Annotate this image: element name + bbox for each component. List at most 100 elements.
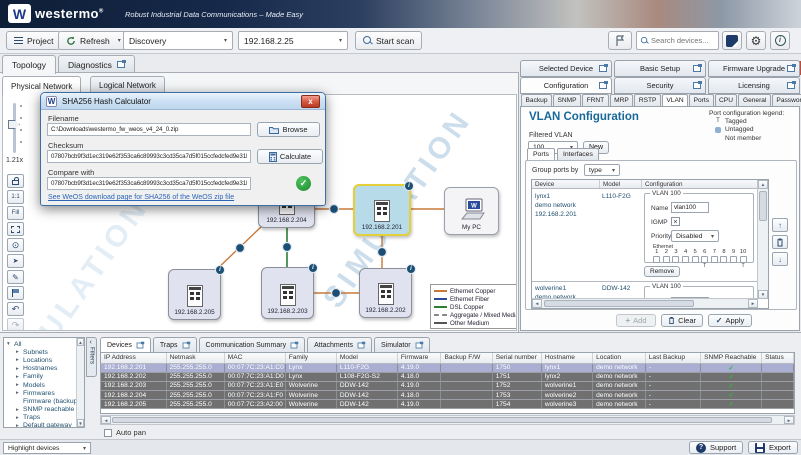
calculate-button[interactable]: Calculate <box>257 149 323 164</box>
scroll-down-button[interactable]: ▼ <box>758 290 768 299</box>
column-status[interactable]: Status <box>762 353 794 363</box>
move-up-button[interactable]: ↑ <box>772 218 788 232</box>
tree-item-family[interactable]: ▸Family <box>4 373 84 381</box>
delete-button[interactable] <box>772 235 788 249</box>
subtab-password[interactable]: Password <box>772 94 801 106</box>
project-button[interactable]: Project <box>6 31 61 50</box>
start-scan-button[interactable]: Start scan <box>355 31 422 50</box>
vlan-table-vscrollbar[interactable]: ▲ ▼ <box>757 180 768 299</box>
scroll-thumb[interactable] <box>112 417 772 423</box>
tab-diagnostics[interactable]: Diagnostics <box>58 55 135 73</box>
column-netmask[interactable]: Netmask <box>166 353 224 363</box>
popout-icon[interactable] <box>415 342 422 348</box>
move-down-button[interactable]: ↓ <box>772 252 788 266</box>
edit-mode-button[interactable]: ✎ <box>7 270 24 284</box>
tab-firmware-upgrade[interactable]: Firmware Upgrade <box>708 60 800 77</box>
tab-traps[interactable]: Traps <box>153 337 197 352</box>
scroll-up-button[interactable]: ▲ <box>77 338 84 346</box>
support-button[interactable]: ? Support <box>689 441 743 454</box>
scroll-up-button[interactable]: ▲ <box>758 180 768 189</box>
subtab-general[interactable]: General <box>738 94 770 106</box>
tab-communication-summary[interactable]: Communication Summary <box>199 337 306 352</box>
filter-tree-scrollbar[interactable]: ▲ ▼ <box>76 338 84 427</box>
popout-icon[interactable] <box>787 65 795 72</box>
add-button[interactable]: + Add <box>616 314 656 327</box>
lock-button[interactable] <box>7 174 24 188</box>
undo-button[interactable]: ↶ <box>7 302 24 316</box>
search-input[interactable] <box>651 33 717 48</box>
device-node-203[interactable]: i 192.168.2.203 <box>261 267 314 319</box>
port-checkbox[interactable] <box>740 256 747 263</box>
tab-basic-setup[interactable]: Basic Setup <box>614 60 706 77</box>
vlan-name-field[interactable] <box>671 202 709 213</box>
port-checkbox[interactable] <box>692 256 699 263</box>
tree-expander-icon[interactable]: ▸ <box>16 374 23 380</box>
scroll-down-button[interactable]: ▼ <box>77 419 84 427</box>
overview-button[interactable]: ⊙ <box>7 238 24 252</box>
device-node-205[interactable]: i 192.168.2.205 <box>168 269 221 320</box>
tree-item-models[interactable]: ▸Models <box>4 381 84 389</box>
popout-icon[interactable] <box>137 342 144 348</box>
dialog-titlebar[interactable]: W SHA256 Hash Calculator x <box>41 93 325 110</box>
info-badge[interactable]: i <box>215 265 225 275</box>
popout-icon[interactable] <box>117 61 125 68</box>
filename-field[interactable] <box>47 123 251 136</box>
scan-range-select[interactable]: 192.168.2.25 ▾ <box>238 31 348 50</box>
table-row[interactable]: 192.168.2.203255.255.255.000:07:7C:23:A1… <box>101 381 794 390</box>
column-device[interactable]: Device <box>532 180 600 188</box>
column-snmp-reachable[interactable]: SNMP Reachable <box>701 353 762 363</box>
tree-item-traps[interactable]: ▸Traps <box>4 414 84 422</box>
column-firmware[interactable]: Firmware <box>397 353 441 363</box>
my-pc-node[interactable]: W My PC <box>444 187 499 235</box>
tab-simulator[interactable]: Simulator <box>374 337 430 352</box>
group-by-select[interactable]: type ▾ <box>584 164 620 176</box>
subtab-cpu[interactable]: CPU <box>715 94 738 106</box>
tree-item-firmware-backup-[interactable]: Firmware (backup) <box>4 397 84 405</box>
refresh-button[interactable]: Refresh ▾ <box>58 31 129 50</box>
subtab-frnt[interactable]: FRNT <box>582 94 609 106</box>
vlan-table-hscrollbar[interactable]: ◄ ► <box>532 298 758 308</box>
filters-collapse-tab[interactable]: ‹ Filters <box>86 337 97 377</box>
device-node-201[interactable]: i 192.168.2.201 <box>353 184 411 236</box>
column-family[interactable]: Family <box>285 353 336 363</box>
popout-icon[interactable] <box>599 65 607 72</box>
compare-field[interactable] <box>47 177 251 190</box>
scroll-thumb[interactable] <box>759 191 767 221</box>
highlight-devices-select[interactable]: Highlight devices ▾ <box>3 442 91 454</box>
column-serial-number[interactable]: Serial number <box>492 353 541 363</box>
column-configuration[interactable]: Configuration <box>642 180 758 188</box>
tree-expander-icon[interactable]: ▸ <box>16 366 23 372</box>
table-row[interactable]: 192.168.2.202255.255.255.000:07:7C:23:A1… <box>101 372 794 381</box>
column-model[interactable]: Model <box>600 180 642 188</box>
tree-expander-icon[interactable]: ▸ <box>16 349 23 355</box>
zoom-one-to-one-button[interactable]: 1:1 <box>7 190 24 204</box>
checksum-field[interactable] <box>47 150 251 163</box>
port-checkbox[interactable] <box>663 256 670 263</box>
table-row[interactable]: 192.168.2.205255.255.255.000:07:7C:23:A2… <box>101 400 794 409</box>
info-badge[interactable]: i <box>404 181 414 191</box>
redo-button[interactable]: ↷ <box>7 318 24 331</box>
subtab-backup[interactable]: Backup <box>521 94 552 106</box>
devices-table-hscrollbar[interactable]: ◄ ► <box>100 415 795 425</box>
popout-icon[interactable] <box>291 342 298 348</box>
browse-button[interactable]: Browse <box>257 122 320 137</box>
tree-expander-icon[interactable]: ▸ <box>16 415 23 421</box>
tab-configuration[interactable]: Configuration <box>520 77 612 94</box>
auto-pan-checkbox[interactable] <box>104 429 112 437</box>
column-hostname[interactable]: Hostname <box>541 353 592 363</box>
tree-item-default-gateway[interactable]: ▸Default gateway <box>4 422 84 428</box>
popout-icon[interactable] <box>787 82 795 89</box>
tree-item-hostnames[interactable]: ▸Hostnames <box>4 365 84 373</box>
subtab-vlan[interactable]: VLAN <box>662 94 688 106</box>
export-button[interactable]: Export <box>748 441 798 454</box>
fit-view-button[interactable] <box>7 222 24 236</box>
priority-select[interactable]: Disabled ▾ <box>671 230 719 242</box>
subtab-ports[interactable]: Ports <box>689 94 713 106</box>
port-checkbox[interactable] <box>682 256 689 263</box>
tree-item-subnets[interactable]: ▸Subnets <box>4 348 84 356</box>
tab-interfaces[interactable]: Interfaces <box>557 148 599 160</box>
column-backup-f-w[interactable]: Backup F/W <box>441 353 492 363</box>
zoom-fill-button[interactable]: Fill <box>7 206 24 220</box>
tab-topology[interactable]: Topology <box>2 55 56 74</box>
column-mac[interactable]: MAC <box>224 353 285 363</box>
